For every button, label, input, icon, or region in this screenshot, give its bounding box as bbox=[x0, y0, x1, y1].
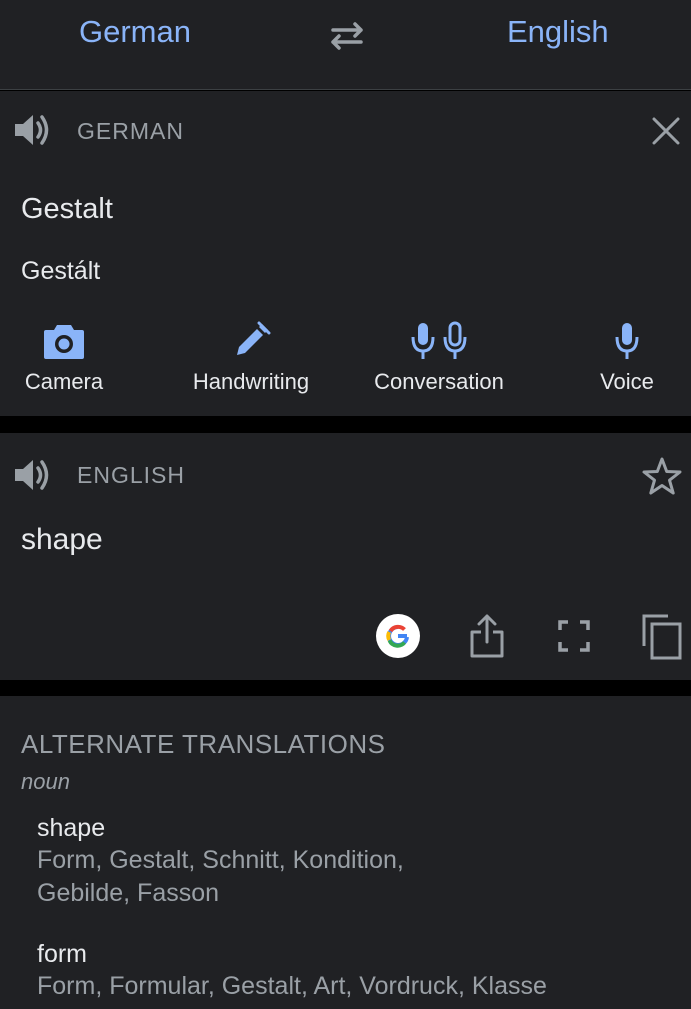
alternate-synonyms: Form, Gestalt, Schnitt, Kondition, bbox=[37, 846, 404, 874]
source-language-label: GERMAN bbox=[77, 118, 184, 144]
mic-icon bbox=[591, 321, 663, 361]
speaker-icon[interactable] bbox=[13, 110, 53, 150]
target-language-label: ENGLISH bbox=[77, 462, 185, 488]
voice-label: Voice bbox=[600, 369, 654, 394]
conversation-button[interactable]: Conversation bbox=[363, 321, 515, 411]
translation-card: ENGLISH shape bbox=[0, 433, 691, 680]
swap-arrows-icon[interactable] bbox=[327, 20, 367, 52]
share-icon[interactable] bbox=[463, 612, 511, 660]
camera-icon bbox=[19, 321, 109, 361]
alternate-entry[interactable]: shape Form, Gestalt, Schnitt, Kondition,… bbox=[37, 812, 637, 910]
handwriting-button[interactable]: Handwriting bbox=[181, 321, 321, 411]
translate-app: German English GERMAN Gestalt Gestált Ca… bbox=[0, 0, 691, 1009]
alternate-word: shape bbox=[37, 814, 106, 842]
double-mic-icon bbox=[363, 321, 515, 361]
google-icon[interactable] bbox=[374, 612, 422, 660]
part-of-speech: noun bbox=[21, 769, 70, 794]
speaker-icon[interactable] bbox=[13, 455, 53, 495]
star-icon[interactable] bbox=[640, 455, 684, 499]
fullscreen-icon[interactable] bbox=[550, 612, 598, 660]
voice-button[interactable]: Voice bbox=[591, 321, 663, 411]
close-icon[interactable] bbox=[648, 113, 684, 149]
source-text[interactable]: Gestalt bbox=[21, 193, 113, 226]
transliteration-text: Gestált bbox=[21, 257, 101, 285]
alternate-word: form bbox=[37, 940, 87, 968]
source-language-button[interactable]: German bbox=[79, 14, 191, 50]
source-card: GERMAN Gestalt Gestált Camera Handwritin… bbox=[0, 91, 691, 416]
alternate-synonyms: Form, Formular, Gestalt, Art, Vordruck, … bbox=[37, 972, 547, 1000]
alternate-translations-heading: ALTERNATE TRANSLATIONS bbox=[21, 729, 386, 759]
pen-icon bbox=[181, 321, 321, 361]
language-bar: German English bbox=[0, 0, 691, 90]
conversation-label: Conversation bbox=[374, 369, 504, 394]
input-tools: Camera Handwriting Conversation Voice bbox=[0, 321, 691, 411]
alternate-synonyms: Gebilde, Fasson bbox=[37, 879, 220, 907]
handwriting-label: Handwriting bbox=[192, 369, 310, 394]
alternate-translations: ALTERNATE TRANSLATIONS noun shape Form, … bbox=[0, 696, 691, 1009]
alternate-entry[interactable]: form Form, Formular, Gestalt, Art, Vordr… bbox=[37, 938, 637, 1003]
translation-text[interactable]: shape bbox=[21, 523, 103, 557]
target-language-button[interactable]: English bbox=[507, 14, 609, 50]
copy-icon[interactable] bbox=[638, 612, 686, 660]
camera-label: Camera bbox=[24, 369, 104, 394]
camera-button[interactable]: Camera bbox=[19, 321, 109, 411]
